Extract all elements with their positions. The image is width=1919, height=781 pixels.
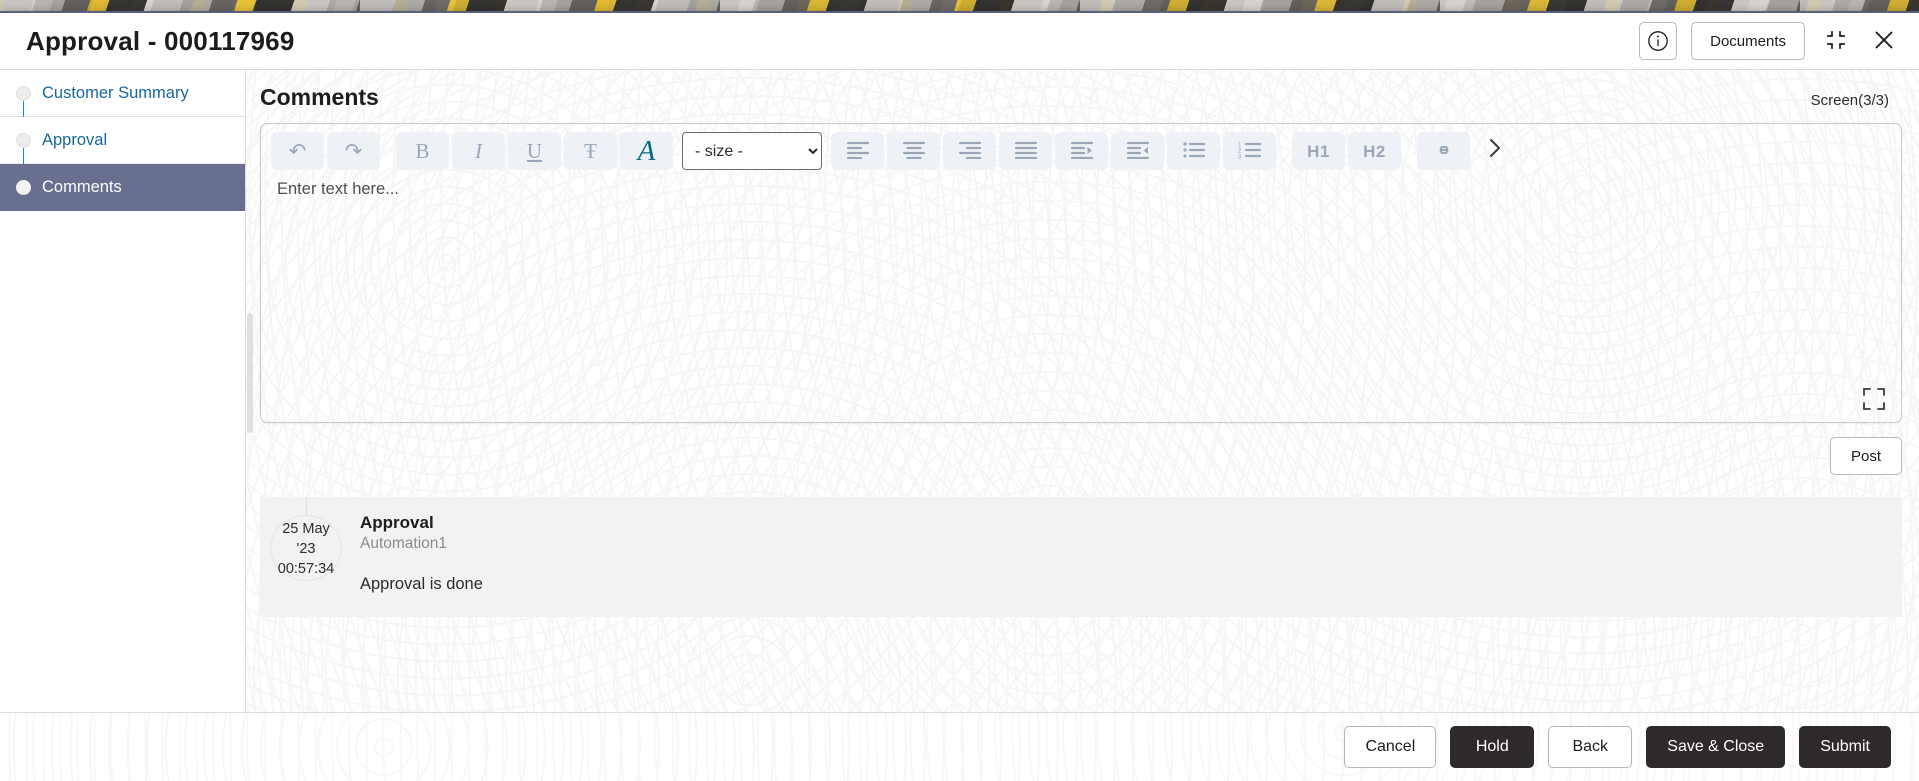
sidebar-item-customer-summary[interactable]: Customer Summary bbox=[0, 70, 245, 117]
editor-toolbar: ↶ ↷ B I U Ŧ A - size - 1 2 3 H1 H2 bbox=[261, 124, 1901, 178]
timeline-connector bbox=[306, 497, 307, 515]
numbered-list-icon: 1 2 3 bbox=[1238, 141, 1262, 162]
comment-author: Automation1 bbox=[360, 535, 448, 552]
sidebar-item-label: Comments bbox=[42, 177, 122, 196]
step-bullet-icon bbox=[16, 179, 31, 195]
redo-button[interactable]: ↷ bbox=[327, 132, 380, 170]
screen-counter: Screen(3/3) bbox=[1810, 92, 1889, 109]
align-left-icon bbox=[846, 141, 870, 162]
font-size-select[interactable]: - size - bbox=[682, 132, 822, 170]
outdent-button[interactable] bbox=[1111, 132, 1164, 170]
outdent-icon bbox=[1126, 141, 1150, 162]
panel-title: Comments bbox=[260, 84, 379, 110]
svg-text:3: 3 bbox=[1238, 154, 1242, 159]
align-justify-button[interactable] bbox=[999, 132, 1052, 170]
panel-header: Comments Screen(3/3) bbox=[246, 70, 1919, 111]
indent-icon bbox=[1070, 141, 1094, 162]
comment-text-input[interactable]: Enter text here... bbox=[261, 178, 1901, 422]
comment-history-list: 25 May '23 00:57:34 Approval Automation1… bbox=[246, 475, 1919, 712]
comments-panel: Comments Screen(3/3) ↶ ↷ B I U Ŧ A - siz… bbox=[246, 69, 1919, 712]
underline-icon: U bbox=[526, 138, 543, 163]
indent-button[interactable] bbox=[1055, 132, 1108, 170]
documents-button[interactable]: Documents bbox=[1691, 22, 1805, 60]
comment-text: Approval is done bbox=[360, 575, 483, 593]
post-row: Post bbox=[246, 423, 1919, 475]
close-x-icon bbox=[1872, 28, 1896, 55]
heading-2-button[interactable]: H2 bbox=[1348, 132, 1401, 170]
sidebar-stepper: Customer Summary Approval Comments bbox=[0, 69, 246, 712]
comment-date: 25 May bbox=[282, 521, 330, 537]
toolbar-overflow-button[interactable] bbox=[1473, 132, 1517, 170]
comment-stage-title: Approval bbox=[360, 513, 434, 532]
heading-1-button[interactable]: H1 bbox=[1292, 132, 1345, 170]
bullet-list-icon bbox=[1182, 141, 1206, 162]
align-left-button[interactable] bbox=[831, 132, 884, 170]
underline-button[interactable]: U bbox=[508, 132, 561, 170]
comment-item: 25 May '23 00:57:34 Approval Automation1… bbox=[260, 497, 1902, 617]
insert-link-button[interactable] bbox=[1417, 132, 1470, 170]
italic-button[interactable]: I bbox=[452, 132, 505, 170]
info-button[interactable] bbox=[1639, 22, 1678, 60]
rich-text-editor-area: ↶ ↷ B I U Ŧ A - size - 1 2 3 H1 H2 Enter… bbox=[246, 111, 1919, 423]
approval-modal: Approval - 000117969 Documents Customer … bbox=[0, 11, 1919, 781]
comment-year: '23 bbox=[296, 541, 316, 557]
align-center-button[interactable] bbox=[887, 132, 940, 170]
bold-icon: B bbox=[415, 138, 430, 163]
step-bullet-icon bbox=[16, 85, 31, 101]
insert-link-icon bbox=[1432, 141, 1456, 162]
close-button[interactable] bbox=[1867, 24, 1901, 58]
heading-1-icon: H1 bbox=[1307, 141, 1330, 161]
rich-text-editor: ↶ ↷ B I U Ŧ A - size - 1 2 3 H1 H2 Enter… bbox=[260, 123, 1902, 423]
sidebar-item-label: Approval bbox=[42, 130, 108, 149]
chevron-right-icon bbox=[1486, 136, 1504, 167]
undo-icon: ↶ bbox=[288, 139, 307, 163]
comment-time: 00:57:34 bbox=[277, 561, 335, 577]
numbered-list-button[interactable]: 1 2 3 bbox=[1223, 132, 1276, 170]
sidebar-item-comments[interactable]: Comments bbox=[0, 164, 245, 211]
bold-button[interactable]: B bbox=[396, 132, 449, 170]
back-button[interactable]: Back bbox=[1548, 726, 1633, 768]
strikethrough-icon: Ŧ bbox=[584, 138, 597, 163]
sidebar-filler bbox=[0, 211, 245, 712]
align-center-icon bbox=[902, 141, 926, 162]
title-bar-actions: Documents bbox=[1639, 22, 1901, 60]
comment-body: Approval Automation1 Approval is done bbox=[352, 513, 1902, 599]
collapse-corners-icon bbox=[1825, 29, 1847, 54]
post-button[interactable]: Post bbox=[1829, 437, 1902, 475]
align-right-icon bbox=[958, 141, 982, 162]
editor-expand-button[interactable] bbox=[1861, 386, 1887, 412]
bullet-list-button[interactable] bbox=[1167, 132, 1220, 170]
modal-body: Customer Summary Approval Comments Comme… bbox=[0, 69, 1919, 712]
sidebar-item-approval[interactable]: Approval bbox=[0, 117, 245, 164]
comment-timestamp: 25 May '23 00:57:34 bbox=[260, 497, 352, 599]
italic-icon: I bbox=[475, 138, 482, 163]
modal-title-bar: Approval - 000117969 Documents bbox=[0, 13, 1919, 69]
page-title: Approval - 000117969 bbox=[26, 25, 295, 56]
text-color-button[interactable]: A bbox=[620, 132, 673, 170]
align-justify-icon bbox=[1014, 141, 1038, 162]
cancel-button[interactable]: Cancel bbox=[1344, 726, 1437, 768]
undo-button[interactable]: ↶ bbox=[271, 132, 324, 170]
step-bullet-icon bbox=[16, 132, 31, 148]
heading-2-icon: H2 bbox=[1363, 141, 1386, 161]
hold-button[interactable]: Hold bbox=[1450, 726, 1535, 768]
text-color-icon: A bbox=[637, 134, 656, 167]
align-right-button[interactable] bbox=[943, 132, 996, 170]
info-circle-icon bbox=[1646, 29, 1670, 53]
panel-resize-handle[interactable] bbox=[247, 313, 253, 433]
collapse-button[interactable] bbox=[1819, 24, 1853, 58]
modal-footer: Cancel Hold Back Save & Close Submit bbox=[0, 712, 1919, 781]
strikethrough-button[interactable]: Ŧ bbox=[564, 132, 617, 170]
redo-icon: ↷ bbox=[344, 139, 363, 163]
submit-button[interactable]: Submit bbox=[1799, 726, 1891, 768]
save-and-close-button[interactable]: Save & Close bbox=[1646, 726, 1786, 768]
sidebar-item-label: Customer Summary bbox=[42, 83, 189, 102]
